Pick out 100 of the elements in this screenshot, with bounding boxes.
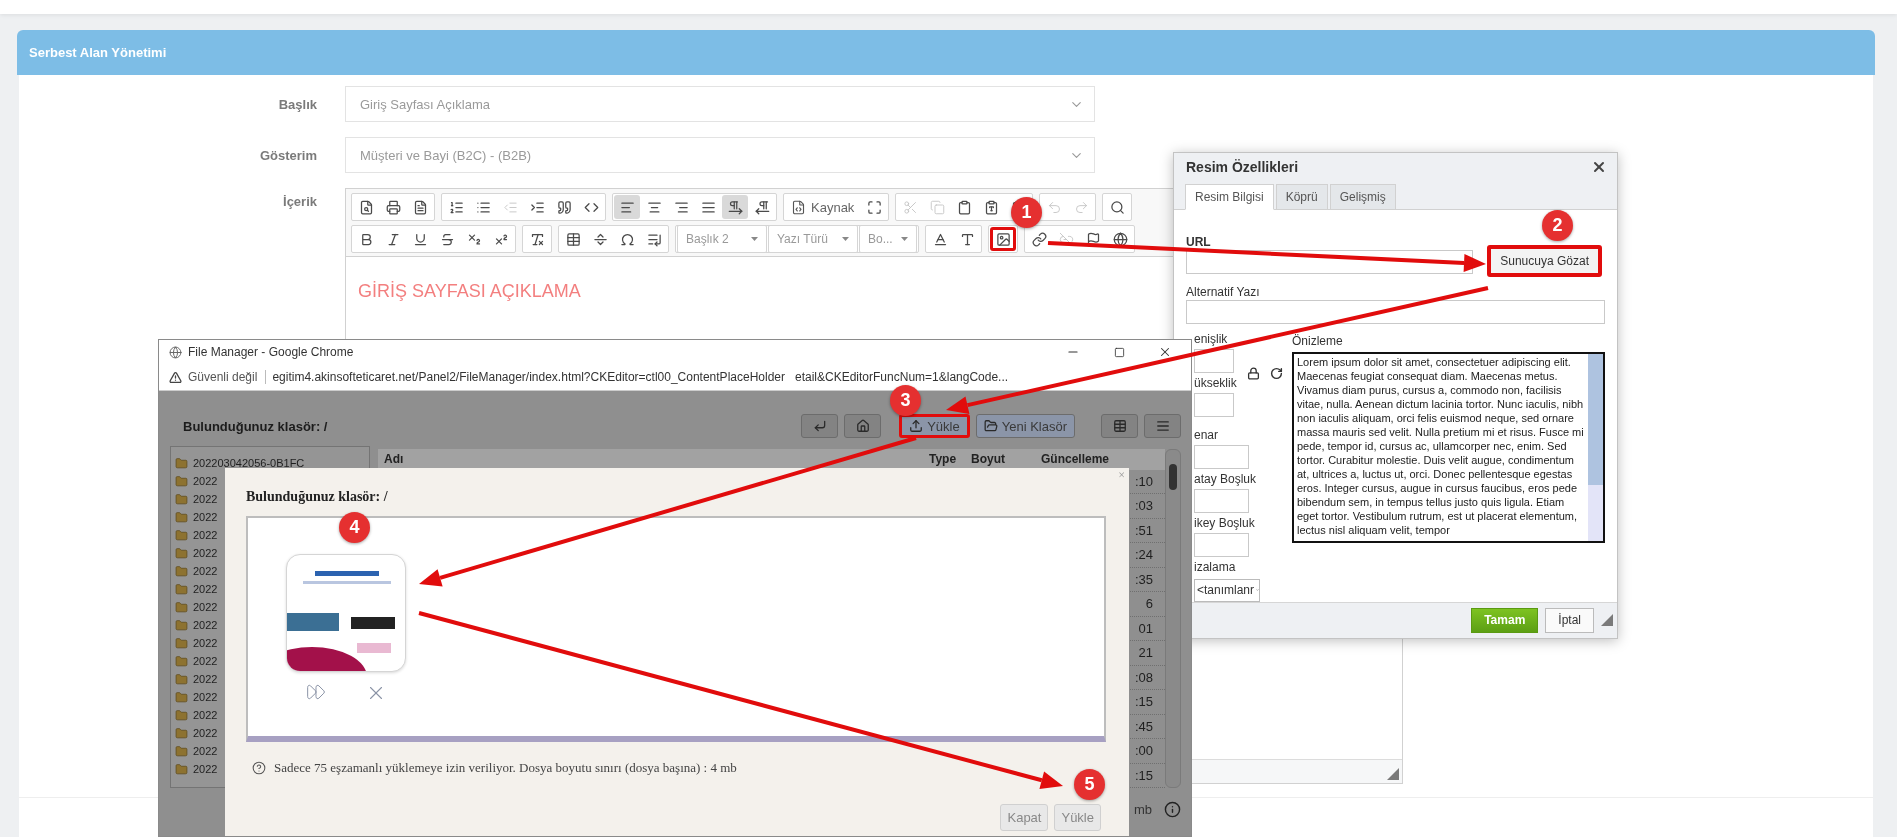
table-cell: :35: [1134, 571, 1153, 587]
fast-forward-icon[interactable]: [305, 682, 326, 702]
table-cell: :03: [1134, 498, 1153, 514]
column-header[interactable]: Güncelleme: [1041, 452, 1165, 467]
resize-grip-icon: [1387, 768, 1399, 780]
spacing-input[interactable]: [1194, 488, 1249, 513]
folder-name[interactable]: 2022: [193, 619, 218, 631]
maximize-icon: [866, 199, 882, 215]
upload-info-text: Sadece 75 eşzamanlı yüklemeye izin veriliyor. Dosya boyutu sınırı (dosya başına) : 4 mb: [274, 760, 737, 776]
paragraph-ltr-button[interactable]: [722, 195, 748, 219]
source-button[interactable]: Kaynak: [785, 195, 861, 219]
format-dropdown[interactable]: Başlık 2: [677, 225, 767, 253]
home-icon: [855, 419, 870, 433]
browse-server-button[interactable]: Sunucuya Gözat: [1487, 244, 1602, 277]
folder-name[interactable]: 2022: [193, 601, 218, 613]
field-label: Gösterim: [259, 147, 317, 163]
folder-icon: [175, 726, 188, 740]
folder-name[interactable]: 2022: [193, 511, 218, 523]
upload-button[interactable]: Yükle: [899, 414, 970, 438]
lock-icon[interactable]: [1246, 367, 1260, 381]
folder-name[interactable]: 2022: [193, 565, 218, 577]
folder-name[interactable]: 2022: [193, 547, 218, 559]
folder-icon: [175, 654, 188, 668]
alt-text-label: Alternatif Yazı: [1186, 284, 1260, 299]
table-cell: :51: [1134, 522, 1153, 538]
cut-icon: [902, 199, 918, 215]
table-cell: 21: [1138, 645, 1153, 661]
folder-icon: [175, 762, 188, 776]
folder-name[interactable]: 2022: [193, 709, 218, 721]
horizontal-line-icon: [592, 231, 608, 247]
outdent-icon: [502, 199, 518, 215]
dialog-tab[interactable]: Resim Bilgisi: [1185, 183, 1274, 210]
print-icon: [385, 199, 401, 215]
new-folder-button[interactable]: Yeni Klasör: [975, 414, 1075, 438]
warning-icon: [169, 370, 182, 384]
close-icon: [1158, 345, 1172, 359]
source-icon: [791, 199, 806, 215]
folder-name[interactable]: 2022: [193, 727, 218, 739]
column-header[interactable]: Type: [929, 452, 971, 467]
bullet-list-icon: [475, 199, 491, 215]
table-cell: :15: [1134, 694, 1153, 710]
align-left-icon: [619, 199, 635, 215]
spacing-input[interactable]: [1194, 532, 1249, 557]
dialog-tab[interactable]: Köprü: [1275, 183, 1328, 210]
url-text: egitim4.akinsofteticaret.net/Panel2/FileManager/index.html?CKEditor=ctl00_ContentPlaceHolder: [272, 370, 785, 384]
alt-text-input[interactable]: [1186, 299, 1605, 324]
home-button[interactable]: [844, 414, 882, 438]
column-header[interactable]: Adı: [384, 452, 929, 467]
folder-name[interactable]: 2022: [193, 745, 218, 757]
folder-icon: [175, 564, 188, 578]
list-view-button[interactable]: [1144, 414, 1181, 438]
paragraph-ltr-icon: [727, 199, 743, 215]
folder-name[interactable]: 2022: [193, 475, 218, 487]
cancel-button[interactable]: İptal: [1545, 607, 1594, 633]
folder-name[interactable]: 2022: [193, 655, 218, 667]
align-select[interactable]: <tanımlanr: [1194, 578, 1260, 602]
align-left-button[interactable]: [614, 195, 640, 219]
table-cell: :45: [1134, 718, 1153, 734]
folder-name[interactable]: 202203042056-0B1FC: [193, 457, 305, 469]
preview-text: Lorem ipsum dolor sit amet, consectetuer adipiscing elit. Maecenas feugiat consequat diam. Maecenas metus. Vivamus diam purus, cursus a, commodo non, facilisis vitae, nulla. Aenean dictum lacinia tortor. Nunc iaculis, nibh non iaculis aliquam, orci felis euismod neque, sed ornare massa mauris sed velit. Nulla pretium mi et risus. Fusce mi pede, tempor id, cursus ac, ullamcorper nec, enim. Sed tortor. Curabitur molestie. Duis velit augue, condimentum at, ultrices a, luctus ut, orci. Donec pellentesque egestas eros. Integer cursus, augue in cursus faucibus, eros pede bibendum sem, in tempus tellus justo quis ligula. Etiam eget tortor. Vestibulum rutrum, est ut placerat elementum, lectus nisl aliquam velit, tempor: [1296, 354, 1585, 538]
size-input[interactable]: [1194, 392, 1234, 417]
folder-name[interactable]: 2022: [193, 529, 218, 541]
close-button[interactable]: Kapat: [1000, 804, 1049, 831]
folder-icon: [175, 492, 188, 506]
spacing-input[interactable]: [1194, 444, 1249, 469]
field-label: enişlik: [1194, 330, 1229, 347]
document-icon: [412, 199, 428, 215]
folder-name[interactable]: 2022: [193, 583, 218, 595]
folder-icon: [175, 528, 188, 542]
table-cell: 6: [1145, 596, 1153, 612]
folder-name[interactable]: 2022: [193, 763, 218, 775]
back-button[interactable]: [801, 414, 839, 438]
field-label: İçerik: [283, 193, 317, 209]
drop-area[interactable]: [246, 516, 1106, 742]
dialog-tab[interactable]: Gelişmiş: [1329, 183, 1396, 210]
folder-name[interactable]: 2022: [193, 691, 218, 703]
folder-name[interactable]: 2022: [193, 673, 218, 685]
grid-view-button[interactable]: [1101, 414, 1138, 438]
info-icon: [1164, 801, 1181, 818]
column-header[interactable]: Boyut: [971, 452, 1041, 467]
paste-icon: [956, 199, 972, 215]
select-field[interactable]: Giriş Sayfası Açıklama: [345, 86, 1095, 122]
folder-icon: [175, 636, 188, 650]
redo-icon: [1073, 199, 1089, 215]
folder-icon: [175, 672, 188, 686]
preview-icon: [358, 199, 374, 215]
scrollbar[interactable]: [1588, 353, 1603, 541]
security-label: Güvenli değil: [188, 370, 267, 384]
dialog-title: Bulunduğunuz klasör: /: [246, 488, 389, 506]
format-dropdown[interactable]: Bo...: [859, 225, 917, 253]
format-dropdown[interactable]: Yazı Türü: [768, 225, 858, 253]
scrollbar[interactable]: [1165, 449, 1181, 788]
folder-icon: [175, 474, 188, 488]
folder-icon: [175, 582, 188, 596]
folder-name[interactable]: 2022: [193, 493, 218, 505]
folder-name[interactable]: 2022: [193, 637, 218, 649]
upload-button[interactable]: Yükle: [1054, 804, 1101, 831]
background-color-icon: [959, 231, 975, 247]
select-field[interactable]: Müşteri ve Bayi (B2C) - (B2B): [345, 137, 1095, 173]
reset-icon[interactable]: [1269, 367, 1283, 381]
